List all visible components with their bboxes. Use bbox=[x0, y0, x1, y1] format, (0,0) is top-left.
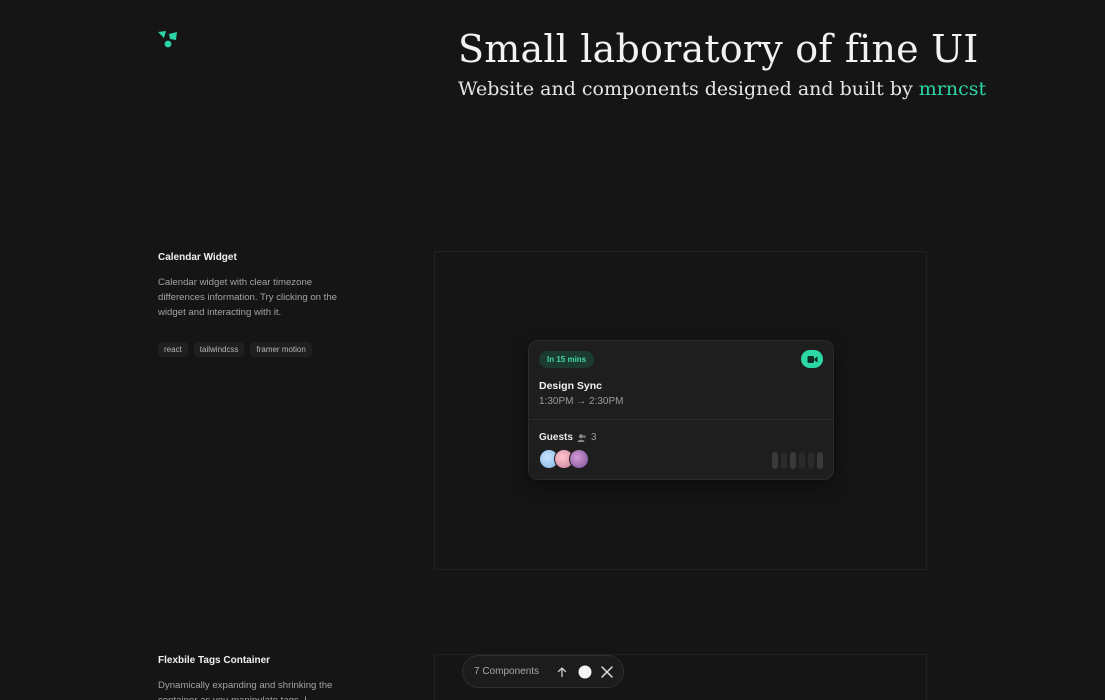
event-time: 1:30PM → 2:30PM bbox=[539, 396, 624, 407]
theme-toggle-icon bbox=[578, 665, 592, 679]
tags-container-info: Flexbile Tags Container Dynamically expa… bbox=[158, 655, 338, 700]
calendar-widget-info: Calendar Widget Calendar widget with cle… bbox=[158, 252, 338, 357]
author-link[interactable]: mrncst bbox=[919, 78, 986, 100]
guests-count-value: 3 bbox=[591, 432, 597, 443]
video-call-button[interactable] bbox=[801, 350, 823, 368]
theme-toggle-button[interactable] bbox=[577, 664, 593, 680]
section-description: Dynamically expanding and shrinking the … bbox=[158, 680, 333, 700]
card-divider bbox=[529, 419, 833, 420]
guest-avatars bbox=[539, 449, 589, 469]
timezone-bar bbox=[772, 452, 778, 469]
hero-subtitle: Website and components designed and buil… bbox=[458, 78, 986, 100]
timezone-bar bbox=[781, 452, 787, 469]
avatar[interactable] bbox=[569, 449, 589, 469]
hero: Small laboratory of fine UI Website and … bbox=[458, 27, 986, 100]
section-description: Calendar widget with clear timezone diff… bbox=[158, 277, 337, 318]
video-icon bbox=[807, 355, 817, 363]
calendar-widget-card[interactable]: In 15 mins Design Sync 1:30PM → 2:30PM G… bbox=[528, 340, 834, 480]
tag-react: react bbox=[158, 342, 188, 357]
tag-tailwindcss: tailwindcss bbox=[193, 342, 245, 357]
hero-title: Small laboratory of fine UI bbox=[458, 27, 979, 71]
guests-count: 3 bbox=[577, 432, 597, 443]
timezone-bar bbox=[808, 452, 814, 469]
timezone-bar bbox=[790, 452, 796, 469]
x-social-link[interactable] bbox=[599, 664, 615, 680]
hero-subtitle-text: Website and components designed and buil… bbox=[458, 78, 913, 100]
tag-list: react tailwindcss framer motion bbox=[158, 342, 338, 357]
guests-icon bbox=[577, 433, 586, 442]
time-until-badge: In 15 mins bbox=[539, 351, 595, 368]
guests-label: Guests bbox=[539, 432, 573, 443]
components-count[interactable]: 7 Components bbox=[474, 666, 539, 677]
logo-icon[interactable] bbox=[158, 31, 178, 48]
scroll-top-button[interactable] bbox=[554, 664, 570, 680]
timezone-bar bbox=[817, 452, 823, 469]
timezone-bar bbox=[799, 452, 805, 469]
event-title: Design Sync bbox=[539, 380, 603, 392]
section-title: Flexbile Tags Container bbox=[158, 655, 271, 666]
tag-framer-motion: framer motion bbox=[250, 342, 312, 357]
x-logo-icon bbox=[601, 666, 613, 678]
section-title: Calendar Widget bbox=[158, 252, 237, 263]
floating-toolbar: 7 Components bbox=[462, 655, 624, 688]
timezone-bars bbox=[772, 452, 823, 469]
arrow-up-icon bbox=[557, 667, 567, 678]
